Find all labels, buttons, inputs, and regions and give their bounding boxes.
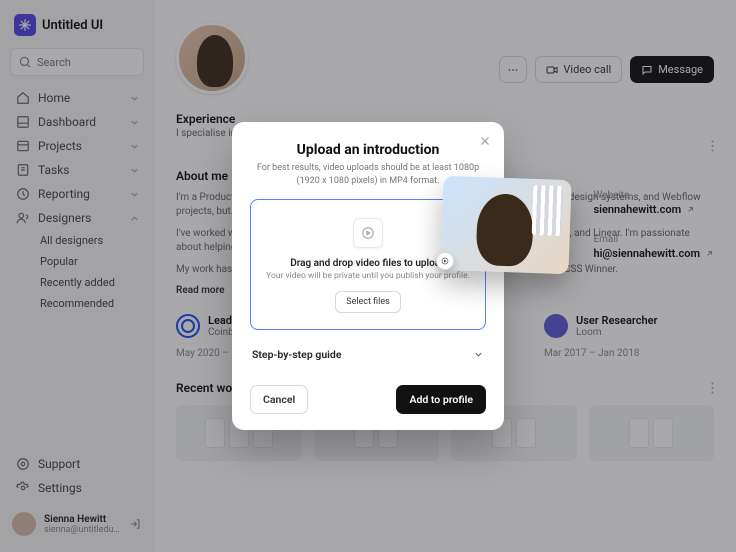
chevron-down-icon (473, 349, 484, 360)
modal-overlay: Upload an introduction For best results,… (0, 0, 736, 552)
upload-modal: Upload an introduction For best results,… (232, 122, 504, 430)
dz-sub: Your video will be private until you pub… (261, 271, 475, 281)
guide-label: Step-by-step guide (252, 348, 341, 361)
add-to-profile-button[interactable]: Add to profile (396, 385, 486, 414)
cancel-button[interactable]: Cancel (250, 385, 308, 414)
guide-toggle[interactable]: Step-by-step guide (250, 344, 486, 365)
select-files-button[interactable]: Select files (335, 291, 401, 313)
modal-actions: Cancel Add to profile (250, 385, 486, 414)
play-icon (353, 218, 383, 248)
close-icon[interactable] (478, 134, 492, 148)
modal-title: Upload an introduction (250, 142, 486, 158)
dragged-video-preview[interactable] (440, 176, 571, 274)
play-badge-icon (436, 252, 454, 270)
